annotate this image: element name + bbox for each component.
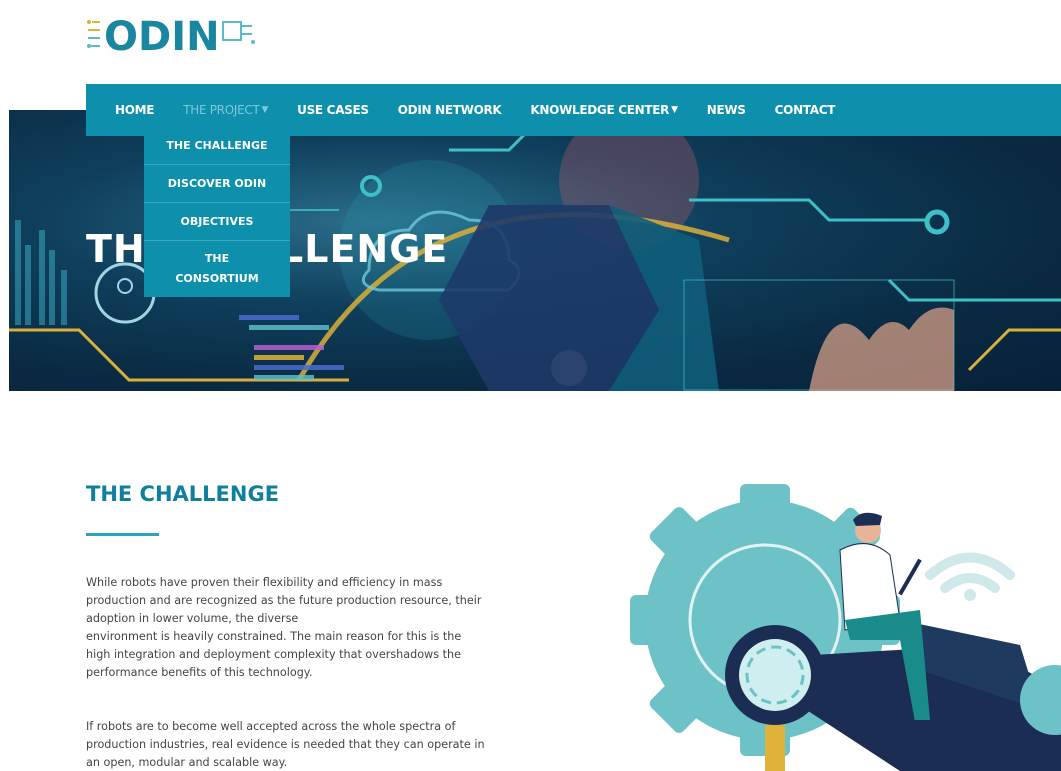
dropdown-item-objectives[interactable]: OBJECTIVES <box>144 203 290 241</box>
caret-down-icon: ▼ <box>261 105 269 115</box>
nav-knowledge-center[interactable]: KNOWLEDGE CENTER ▼ <box>530 103 678 117</box>
paragraph-2: If robots are to become well accepted ac… <box>86 718 485 771</box>
paragraph-line: environment is heavily constrained. The … <box>86 630 462 643</box>
caret-down-icon: ▼ <box>671 105 678 115</box>
project-dropdown-menu: THE CHALLENGE DISCOVER ODIN OBJECTIVES T… <box>144 127 290 297</box>
odin-logo[interactable]: ODIN <box>86 8 256 56</box>
paragraph-line: production and are recognized as the fut… <box>86 594 482 607</box>
logo-circuit-icon <box>87 20 100 48</box>
paragraph-line: high integration and deployment complexi… <box>86 648 461 661</box>
section-title: THE CHALLENGE <box>86 482 280 506</box>
paragraph-line: performance benefits of this technology. <box>86 666 313 679</box>
dropdown-item-discover-odin[interactable]: DISCOVER ODIN <box>144 165 290 203</box>
dropdown-item-label-line1: THE <box>204 252 230 265</box>
nav-the-project-label: THE PROJECT <box>183 103 260 117</box>
illustration-art <box>630 484 1061 771</box>
nav-knowledge-center-label: KNOWLEDGE CENTER <box>530 103 670 117</box>
title-underline <box>86 533 159 536</box>
wifi-icon <box>925 552 1015 601</box>
nav-contact-label: CONTACT <box>774 103 836 117</box>
nav-news-label: NEWS <box>706 103 746 117</box>
nav-contact[interactable]: CONTACT <box>774 103 836 117</box>
nav-use-cases[interactable]: USE CASES <box>297 103 369 117</box>
dropdown-item-the-consortium[interactable]: THE CONSORTIUM <box>144 241 290 297</box>
dropdown-item-label: OBJECTIVES <box>180 214 254 228</box>
nav-use-cases-label: USE CASES <box>297 103 369 117</box>
logo-chip-icon <box>222 21 255 44</box>
logo-text: ODIN <box>104 14 220 56</box>
paragraph-line: production industries, real evidence is … <box>86 738 485 751</box>
dropdown-item-the-challenge[interactable]: THE CHALLENGE <box>144 127 290 165</box>
nav-home-label: HOME <box>115 103 155 117</box>
nav-odin-network[interactable]: ODIN NETWORK <box>398 103 502 117</box>
nav-the-project[interactable]: THE PROJECT ▼ <box>183 103 268 117</box>
paragraph-1: While robots have proven their flexibili… <box>86 574 481 682</box>
dropdown-item-label: THE CHALLENGE <box>166 138 268 152</box>
dropdown-item-label-line2: CONSORTIUM <box>175 272 259 285</box>
paragraph-line: an open, modular and scalable way. <box>86 756 288 769</box>
nav-home[interactable]: HOME <box>115 103 154 117</box>
paragraph-line: adoption in lower volume, the diverse <box>86 612 299 625</box>
paragraph-line: While robots have proven their flexibili… <box>86 576 443 589</box>
dropdown-item-label: DISCOVER ODIN <box>167 176 267 190</box>
dropdown-item-label: THE CONSORTIUM <box>175 249 258 289</box>
nav-news[interactable]: NEWS <box>707 103 746 117</box>
nav-odin-network-label: ODIN NETWORK <box>397 103 502 117</box>
paragraph-line: If robots are to become well accepted ac… <box>86 720 456 733</box>
gear-person-illustration <box>600 470 1061 771</box>
